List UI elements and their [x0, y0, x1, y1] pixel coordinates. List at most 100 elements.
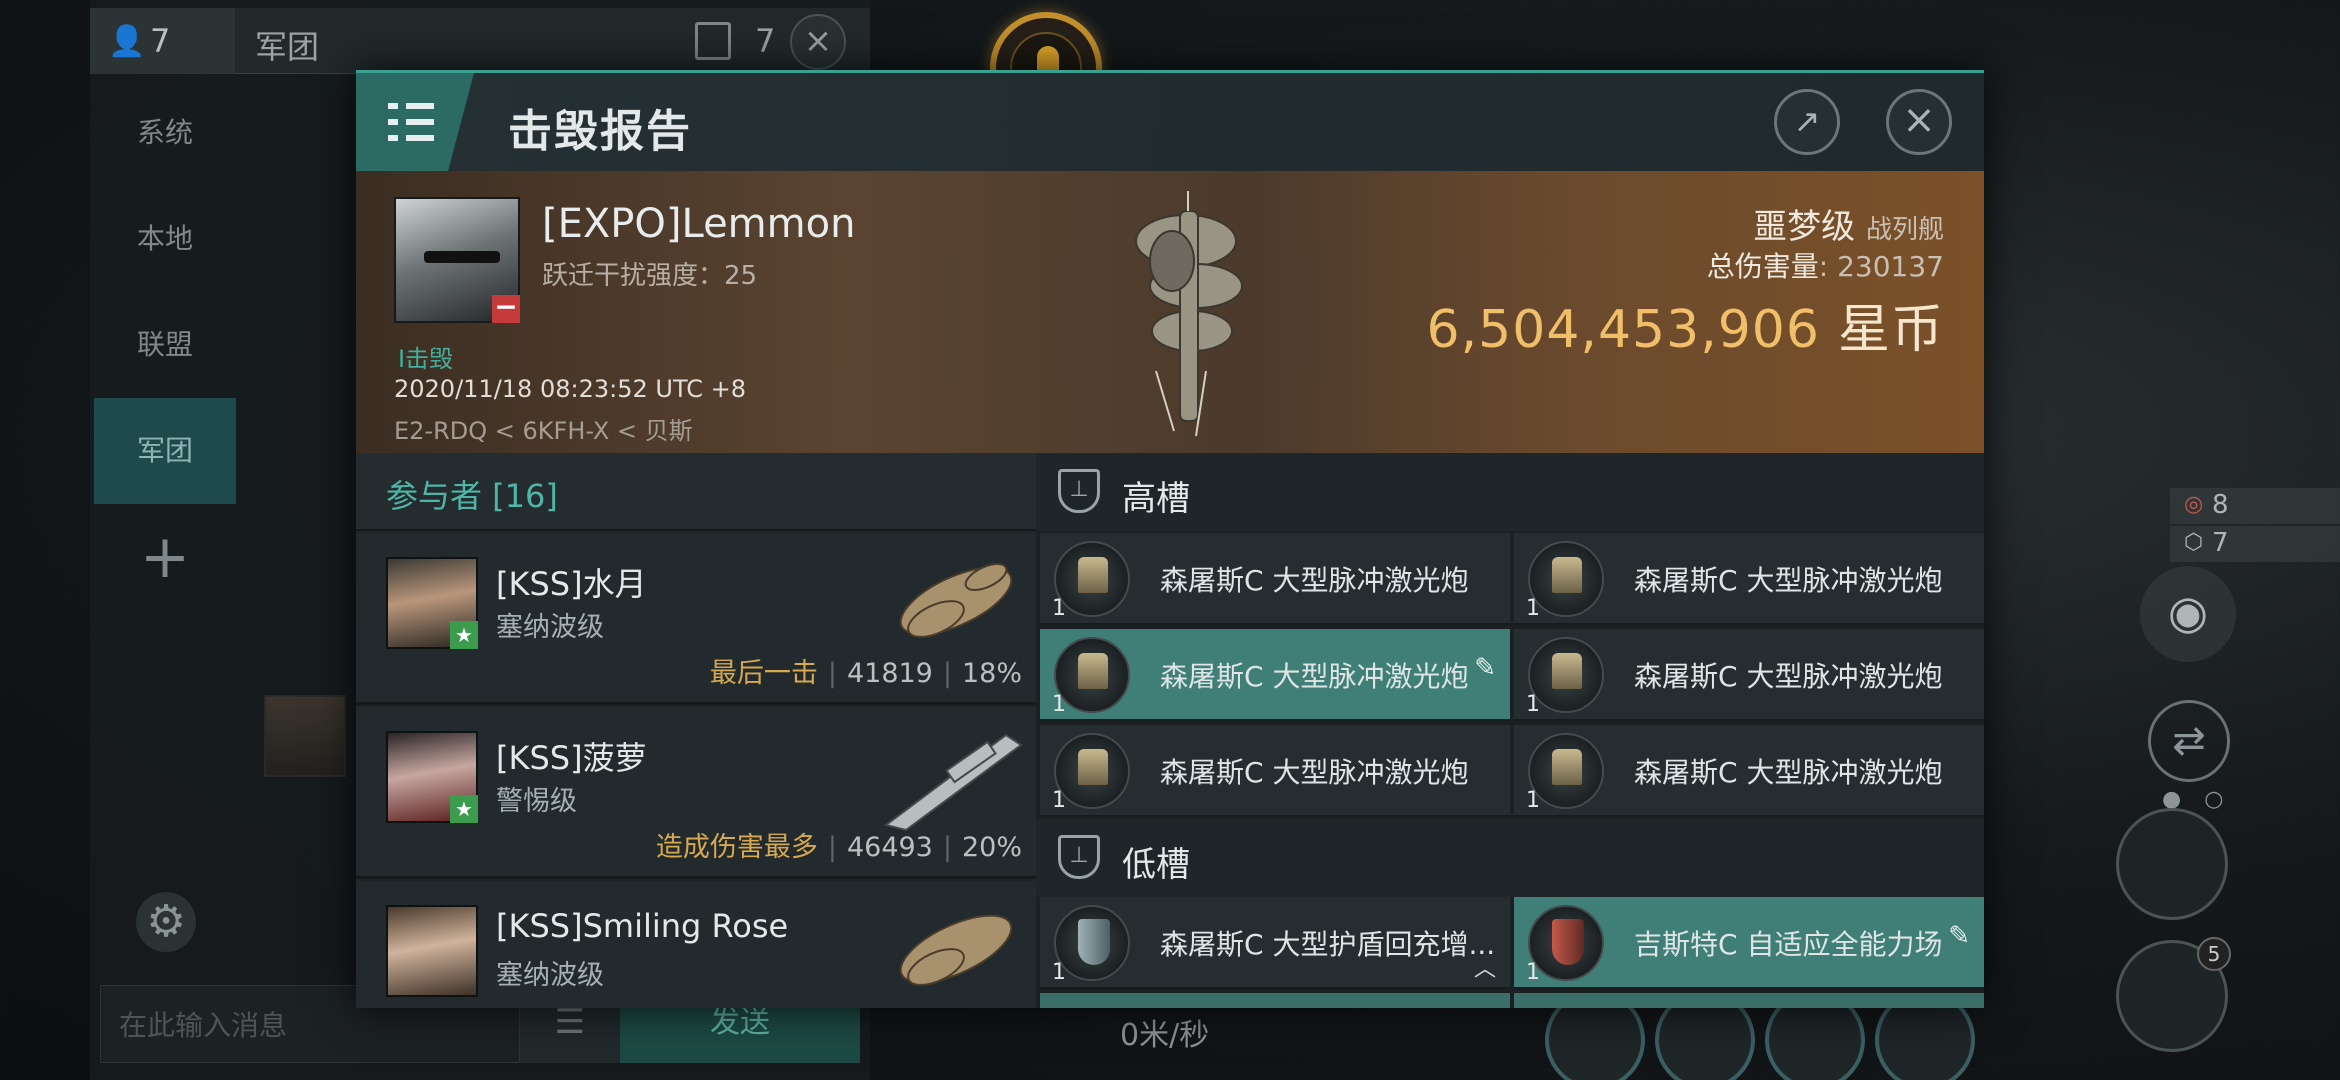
participant-damage: 46493 [846, 832, 933, 863]
target-icon: ◎ [2184, 492, 2204, 517]
isk-value: 6,504,453,906 星币 [1427, 287, 1944, 362]
victim-banner: − [EXPO]Lemmon 跃迁干扰强度：25 I击毁 2020/11/18 … [356, 171, 1984, 453]
participant-tag: 造成伤害最多 [655, 832, 818, 863]
total-damage-value: : 230137 [1818, 250, 1944, 283]
module-name: 森屠斯C 大型护盾回充增... [1160, 928, 1496, 961]
participants-panel: 参与者 [16] ★ [KSS]水月 塞纳波级 最后一击 | 41819 | 18% ★ [356, 453, 1036, 1008]
gear-icon[interactable]: ⚙ [136, 892, 196, 952]
drop-icon: ✎ [1474, 653, 1496, 683]
channel-tab-local[interactable]: 本地 [94, 186, 236, 292]
victim-portrait[interactable]: − [394, 197, 520, 323]
dialog-title: 击毁报告 [508, 106, 692, 157]
person-icon: 👤 [108, 24, 146, 59]
channel-tab-corp[interactable]: 军团 [94, 398, 236, 504]
participant-row[interactable]: [KSS]Smiling Rose 塞纳波级 [356, 881, 1036, 1008]
star-icon: ★ [450, 621, 478, 649]
participant-ship-image [883, 733, 1023, 832]
ship-count-badge: 5 [2197, 937, 2231, 971]
high-slot-title: 高槽 [1122, 479, 1190, 519]
document-icon[interactable] [695, 22, 731, 60]
speed-readout: 0米/秒 [1120, 1018, 1210, 1053]
victim-ship-image [1135, 191, 1243, 437]
menu-icon[interactable] [356, 73, 474, 171]
chat-channel-title: 军团 [255, 28, 320, 66]
module-qty: 1 [1526, 596, 1540, 621]
kill-report-dialog: 击毁报告 ↗ × − [EXPO]Lemmon 跃迁干扰强度：25 I击毁 20… [356, 70, 1984, 1008]
module-item[interactable]: 1 森屠斯C 大型脉冲激光炮 [1514, 725, 1984, 817]
chat-close-button[interactable]: × [790, 14, 846, 70]
minus-icon: − [492, 293, 520, 323]
module-item-partial[interactable] [1514, 993, 1984, 1008]
eye-icon[interactable]: ◉ [2140, 566, 2236, 662]
participants-header: 参与者 [16] [356, 453, 1036, 531]
ship-action-button[interactable] [2116, 808, 2228, 920]
channel-tab-system[interactable]: 系统 [94, 80, 236, 186]
hud-counter-hostiles: ◎ 8 [2170, 488, 2340, 524]
module-item-selected[interactable]: 1 吉斯特C 自适应全能力场 ✎ [1514, 897, 1984, 989]
module-item[interactable]: 1 森屠斯C 大型脉冲激光炮 [1040, 533, 1510, 625]
chat-channel-nav: 系统 本地 联盟 军团 + [94, 80, 236, 610]
module-name: 吉斯特C 自适应全能力场 [1634, 928, 1943, 961]
share-icon[interactable]: ↗ [1774, 89, 1840, 155]
module-qty: 1 [1526, 960, 1540, 985]
participant-percent: 20% [961, 832, 1022, 863]
participant-name: [KSS]水月 [496, 565, 647, 603]
module-item[interactable]: 1 森屠斯C 大型脉冲激光炮 [1040, 725, 1510, 817]
ship-action-button-2[interactable]: 5 [2116, 937, 2231, 1052]
close-icon[interactable]: × [1886, 89, 1952, 155]
participant-tag: 最后一击 [709, 658, 818, 689]
participant-row[interactable]: ★ [KSS]水月 塞纳波级 最后一击 | 41819 | 18% [356, 533, 1036, 705]
module-qty: 1 [1052, 788, 1066, 813]
drop-icon: ✎ [1948, 921, 1970, 951]
module-name: 森屠斯C 大型脉冲激光炮 [1634, 564, 1943, 597]
chevron-up-icon: ︿ [1473, 957, 1496, 982]
module-qty: 1 [1526, 788, 1540, 813]
module-qty: 1 [1052, 596, 1066, 621]
kill-timestamp: 2020/11/18 08:23:52 UTC +8 [394, 375, 746, 403]
isk-amount: 6,504,453,906 [1426, 300, 1820, 360]
participant-stats: 造成伤害最多 | 46493 | 20% [655, 832, 1022, 863]
participant-ship-image [899, 914, 1013, 986]
hud-counter-drones: ⬡ 7 [2170, 526, 2340, 562]
high-slot-icon: ⊥ [1058, 469, 1100, 513]
high-slot-header: ⊥ 高槽 [1036, 453, 1984, 531]
participant-portrait[interactable]: ★ [386, 731, 478, 823]
member-count-box[interactable]: 👤 7 [90, 8, 235, 74]
participant-ship: 塞纳波级 [496, 612, 604, 643]
module-name: 森屠斯C 大型脉冲激光炮 [1160, 564, 1469, 597]
module-item[interactable]: 1 森屠斯C 大型脉冲激光炮 [1514, 629, 1984, 721]
drone-icon: ⬡ [2184, 530, 2204, 555]
ship-name: 噩梦级 [1753, 207, 1856, 247]
participant-portrait[interactable]: ★ [386, 557, 478, 649]
module-name: 森屠斯C 大型脉冲激光炮 [1160, 660, 1469, 693]
swap-icon[interactable]: ⇄ [2148, 700, 2230, 782]
module-item[interactable]: 1 森屠斯C 大型脉冲激光炮 [1514, 533, 1984, 625]
chat-avatar[interactable] [264, 695, 346, 777]
isk-unit: 星币 [1837, 300, 1944, 360]
module-name: 森屠斯C 大型脉冲激光炮 [1160, 756, 1469, 789]
document-count: 7 [755, 22, 776, 60]
low-slot-title: 低槽 [1122, 845, 1190, 885]
victim-name[interactable]: [EXPO]Lemmon [542, 201, 855, 247]
participant-percent: 18% [961, 658, 1022, 689]
participant-portrait[interactable] [386, 905, 478, 997]
chat-header: 👤 7 军团 7 × [90, 8, 870, 74]
participant-row[interactable]: ★ [KSS]菠萝 警惕级 造成伤害最多 | 46493 | 20% [356, 707, 1036, 879]
add-channel-button[interactable]: + [94, 504, 236, 610]
module-item[interactable]: 1 森屠斯C 大型护盾回充增... ︿ [1040, 897, 1510, 989]
module-item-partial[interactable] [1040, 993, 1510, 1008]
kill-location[interactable]: E2-RDQ < 6KFH-X < 贝斯 [394, 411, 693, 446]
module-item-selected[interactable]: 1 森屠斯C 大型脉冲激光炮 ✎ [1040, 629, 1510, 721]
warp-disruption: 跃迁干扰强度：25 [542, 261, 758, 291]
module-qty: 1 [1526, 692, 1540, 717]
channel-tab-alliance[interactable]: 联盟 [94, 292, 236, 398]
member-count: 7 [150, 22, 171, 60]
module-qty: 1 [1052, 960, 1066, 985]
total-damage-label: 总伤害量 [1706, 250, 1819, 283]
low-slot-icon: ⊥ [1058, 835, 1100, 879]
participant-ship-image [899, 563, 1013, 638]
hud-counter-value: 8 [2212, 490, 2229, 520]
dialog-header: 击毁报告 ↗ × [356, 73, 1984, 171]
participant-name: [KSS]Smiling Rose [496, 907, 789, 945]
victim-ship-class: 噩梦级 战列舰 [1753, 199, 1944, 248]
